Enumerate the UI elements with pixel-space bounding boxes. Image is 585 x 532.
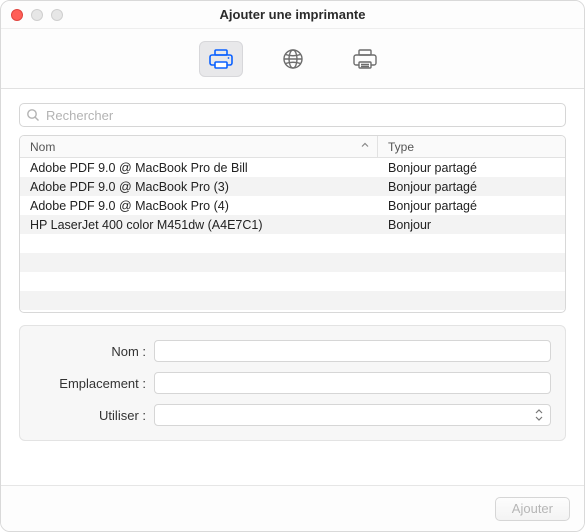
use-select[interactable]: [154, 404, 551, 426]
add-printer-window: Ajouter une imprimante: [0, 0, 585, 532]
name-field[interactable]: [154, 340, 551, 362]
column-header-type-label: Type: [388, 140, 414, 154]
printer-name: Adobe PDF 9.0 @ MacBook Pro de Bill: [20, 161, 378, 175]
printer-type: Bonjour partagé: [378, 180, 565, 194]
add-button[interactable]: Ajouter: [495, 497, 570, 521]
column-header-name-label: Nom: [30, 140, 55, 154]
window-controls: [11, 9, 63, 21]
toolbar: [1, 29, 584, 89]
printer-icon: [208, 47, 234, 71]
empty-row: [20, 272, 565, 291]
close-window-button[interactable]: [11, 9, 23, 21]
default-printer-tab[interactable]: [199, 41, 243, 77]
printer-name: Adobe PDF 9.0 @ MacBook Pro (3): [20, 180, 378, 194]
printer-type: Bonjour partagé: [378, 199, 565, 213]
printer-type: Bonjour: [378, 218, 565, 232]
printer-name: Adobe PDF 9.0 @ MacBook Pro (4): [20, 199, 378, 213]
search-input[interactable]: [19, 103, 566, 127]
printer-name: HP LaserJet 400 color M451dw (A4E7C1): [20, 218, 378, 232]
content-area: Nom Type Adobe PDF 9.0 @ MacBook Pro de …: [1, 89, 584, 485]
column-header-name[interactable]: Nom: [20, 136, 378, 157]
table-row[interactable]: Adobe PDF 9.0 @ MacBook Pro (3) Bonjour …: [20, 177, 565, 196]
minimize-window-button[interactable]: [31, 9, 43, 21]
globe-icon: [281, 47, 305, 71]
printer-type: Bonjour partagé: [378, 161, 565, 175]
empty-row: [20, 291, 565, 310]
column-header-type[interactable]: Type: [378, 140, 565, 154]
table-row[interactable]: Adobe PDF 9.0 @ MacBook Pro (4) Bonjour …: [20, 196, 565, 215]
list-body: Adobe PDF 9.0 @ MacBook Pro de Bill Bonj…: [20, 158, 565, 310]
printer-list: Nom Type Adobe PDF 9.0 @ MacBook Pro de …: [19, 135, 566, 313]
windows-printer-tab[interactable]: [343, 41, 387, 77]
sort-ascending-icon: [361, 141, 369, 152]
zoom-window-button[interactable]: [51, 9, 63, 21]
location-field[interactable]: [154, 372, 551, 394]
location-label: Emplacement :: [34, 376, 154, 391]
empty-row: [20, 234, 565, 253]
ip-printer-tab[interactable]: [271, 41, 315, 77]
table-row[interactable]: Adobe PDF 9.0 @ MacBook Pro de Bill Bonj…: [20, 158, 565, 177]
table-row[interactable]: HP LaserJet 400 color M451dw (A4E7C1) Bo…: [20, 215, 565, 234]
empty-row: [20, 253, 565, 272]
chevron-updown-icon: [531, 407, 547, 423]
list-header: Nom Type: [20, 136, 565, 158]
name-label: Nom :: [34, 344, 154, 359]
footer: Ajouter: [1, 485, 584, 531]
search-field-wrap: [19, 103, 566, 127]
window-title: Ajouter une imprimante: [1, 7, 584, 22]
details-panel: Nom : Emplacement : Utiliser :: [19, 325, 566, 441]
shared-printer-icon: [352, 47, 378, 71]
use-label: Utiliser :: [34, 408, 154, 423]
titlebar: Ajouter une imprimante: [1, 1, 584, 29]
